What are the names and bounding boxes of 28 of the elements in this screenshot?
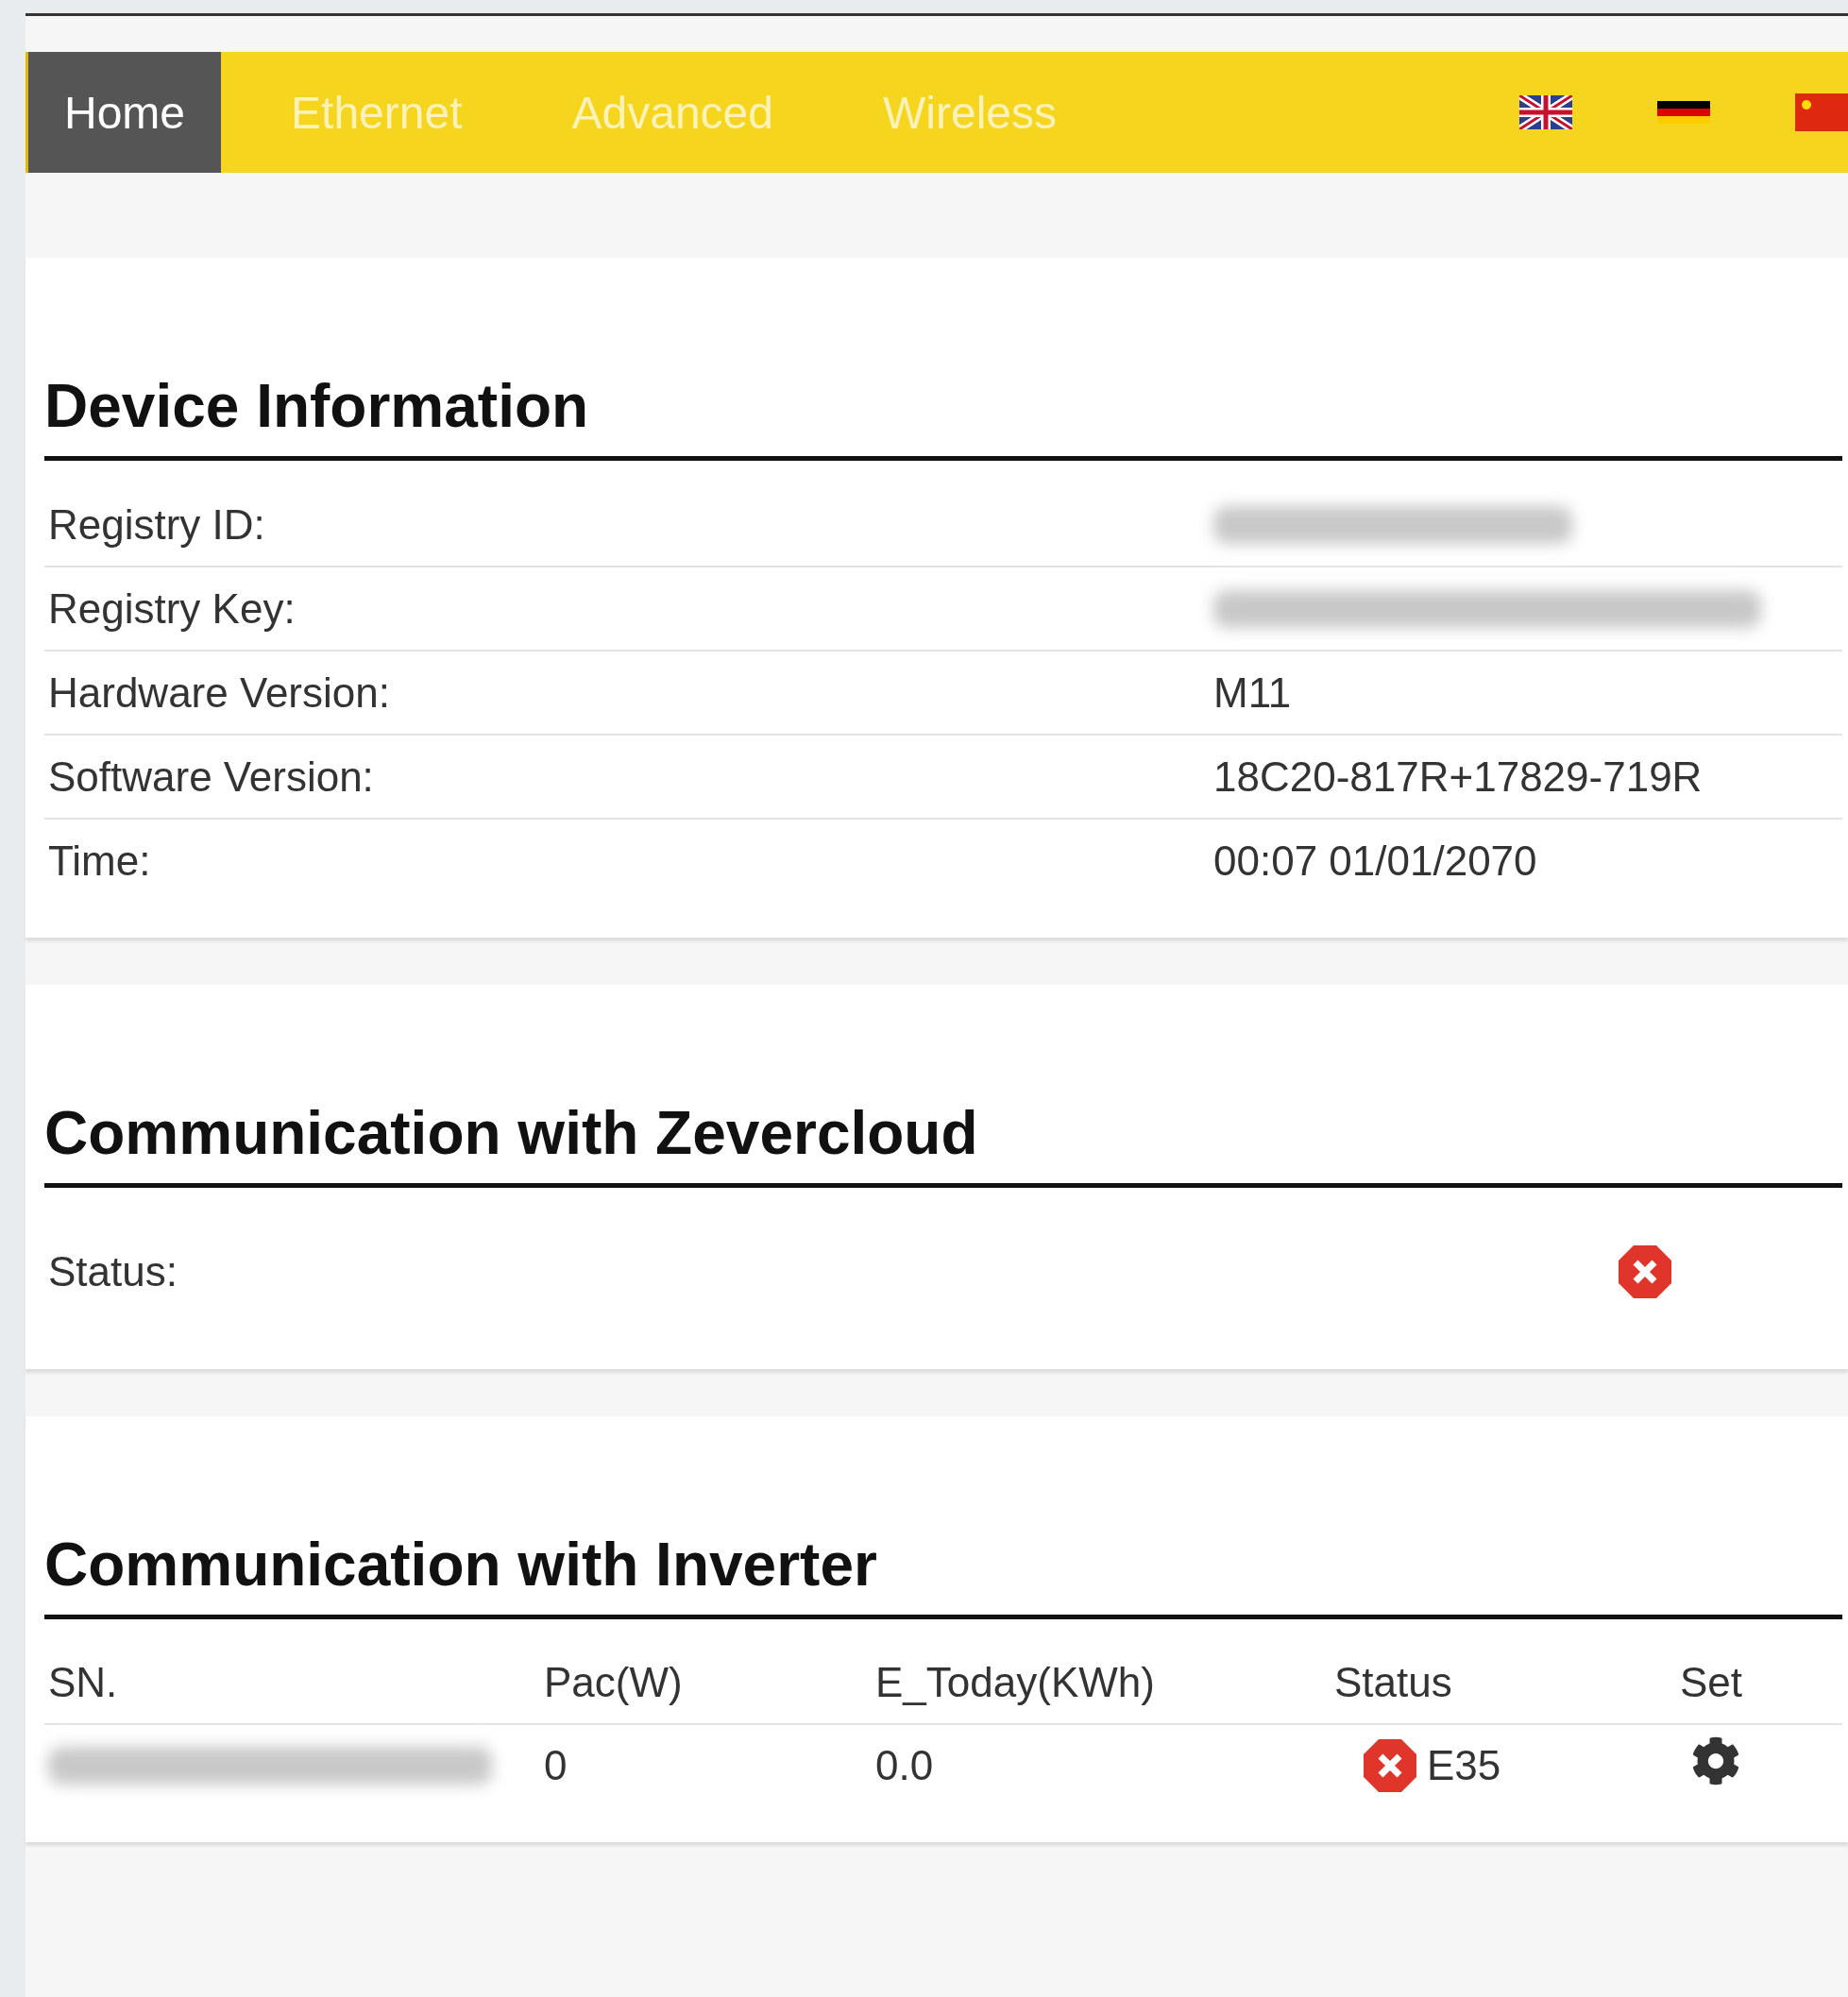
status-code: E35 [1427, 1742, 1501, 1789]
column-header: Set [1680, 1659, 1744, 1706]
column-header: SN. [48, 1659, 119, 1706]
field-value: M11 [1213, 668, 1292, 717]
nav-tab[interactable]: Ethernet [255, 52, 499, 173]
field-label: Registry Key: [47, 584, 297, 633]
field-label: Software Version: [47, 753, 375, 801]
section-heading: Communication with Zevercloud [44, 1098, 1842, 1188]
field-label: Time: [47, 837, 152, 885]
column-header: E_Today(KWh) [875, 1659, 1156, 1706]
column-header: Status [1334, 1659, 1453, 1706]
field-value: 00:07 01/01/2070 [1213, 837, 1537, 885]
german-flag-icon[interactable] [1657, 101, 1710, 124]
settings-icon[interactable] [1691, 1736, 1740, 1785]
chinese-flag-icon[interactable] [1795, 93, 1848, 131]
field-label: Registry ID: [47, 500, 266, 549]
field-label: Status: [47, 1248, 178, 1295]
uk-flag-icon[interactable] [1519, 95, 1572, 129]
nav-tab[interactable]: Advanced [535, 52, 809, 173]
section-heading: Communication with Inverter [44, 1530, 1842, 1619]
field-value: 18C20-817R+17829-719R [1213, 753, 1703, 801]
table-cell-text: 0.0 [875, 1742, 935, 1789]
column-header: Pac(W) [544, 1659, 684, 1706]
nav-tab[interactable]: Wireless [847, 52, 1093, 173]
field-label: Hardware Version: [47, 668, 391, 717]
nav-tab[interactable]: Home [28, 52, 222, 173]
table-cell-text: 0 [544, 1742, 568, 1789]
section-heading: Device Information [44, 371, 1842, 461]
